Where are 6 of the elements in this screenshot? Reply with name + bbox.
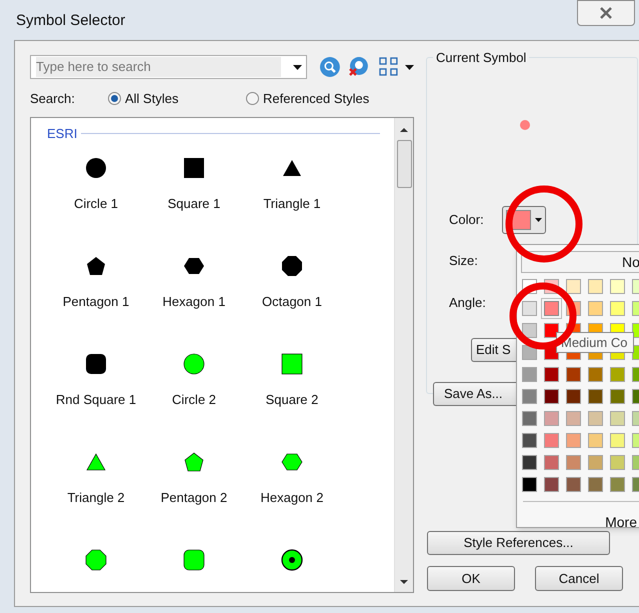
color-label: Color: — [449, 211, 484, 230]
search-label: Search: — [30, 90, 76, 108]
size-label: Size: — [449, 252, 478, 270]
angle-label: Angle: — [449, 294, 486, 312]
window-title: Symbol Selector — [16, 10, 126, 31]
group-heading: ESRI — [47, 124, 78, 142]
